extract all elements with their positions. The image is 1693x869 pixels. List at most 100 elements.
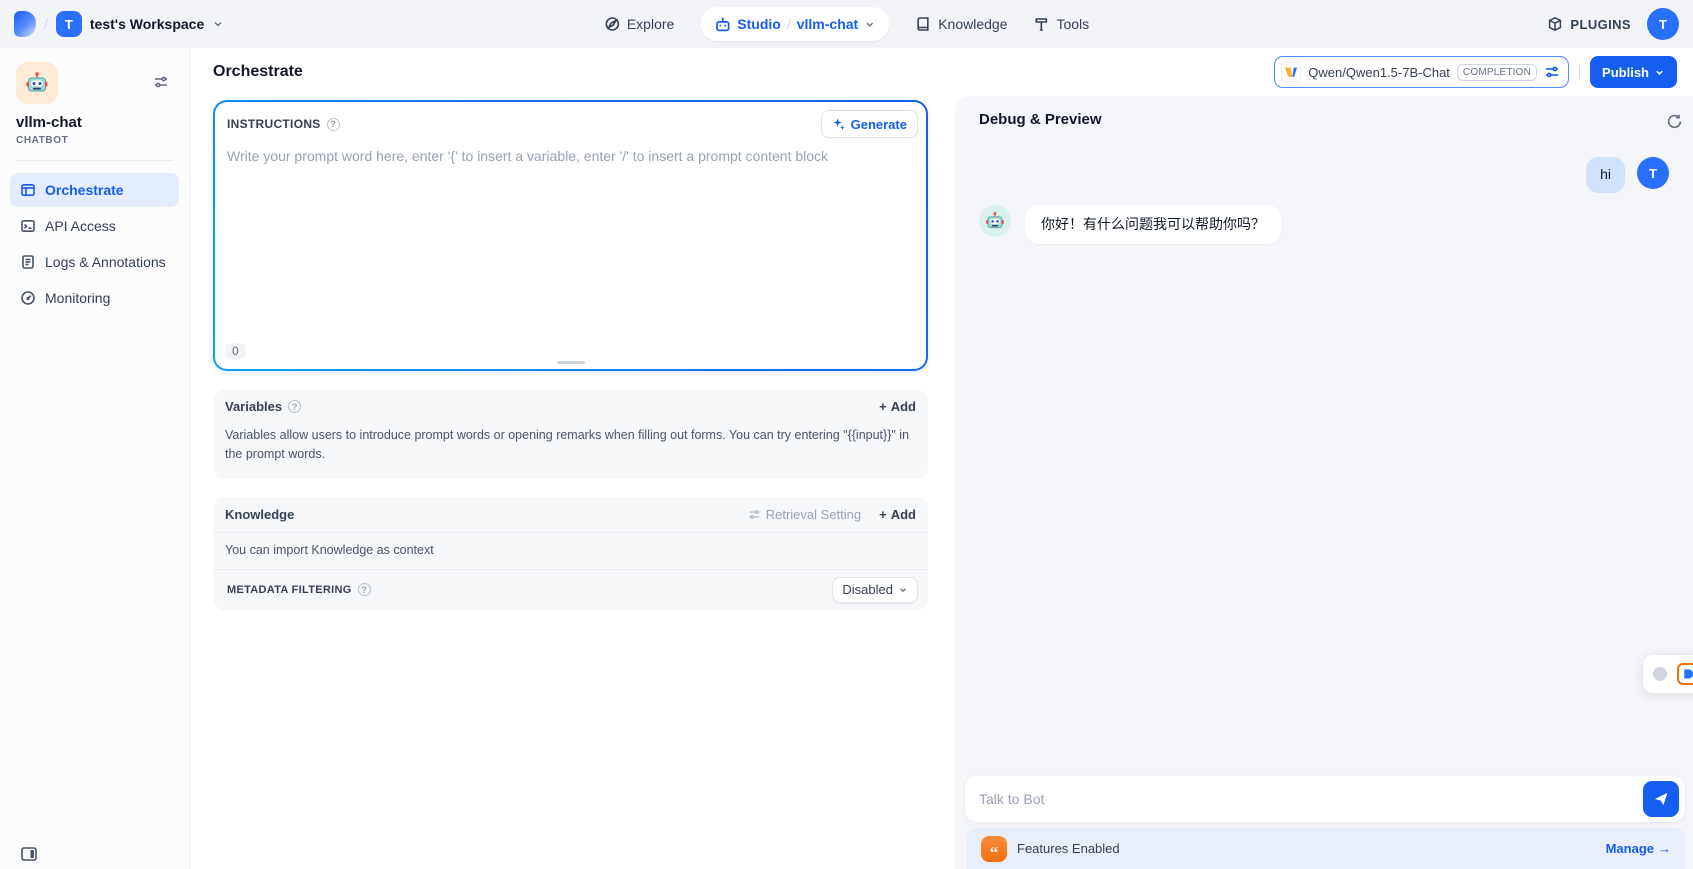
- app-header: vllm-chat CHATBOT: [16, 62, 177, 146]
- helper-widget[interactable]: [1643, 655, 1693, 693]
- knowledge-header: Knowledge Retrieval Setting + Add: [213, 497, 928, 532]
- nav-tools[interactable]: Tools: [1033, 16, 1089, 32]
- robot-emoji-icon: [25, 71, 49, 95]
- arrow-right-icon: →: [1658, 841, 1671, 856]
- variables-description: Variables allow users to introduce promp…: [213, 424, 928, 479]
- account-avatar[interactable]: T: [1647, 8, 1679, 40]
- dify-app: / T test's Workspace Explore Studio / vl…: [0, 0, 1693, 869]
- hammer-icon: [1033, 16, 1049, 32]
- sparkles-icon: [832, 117, 846, 131]
- help-icon[interactable]: ?: [327, 118, 340, 131]
- plugins-button[interactable]: PLUGINS: [1547, 16, 1631, 32]
- main-area: Orchestrate Qwen/Qwen1.5-7B-Chat COMPLET…: [190, 48, 1693, 869]
- plus-icon: +: [879, 399, 887, 414]
- explore-icon: [604, 16, 620, 32]
- chat-message-user: hi T: [979, 157, 1669, 193]
- dify-logo[interactable]: [14, 11, 36, 37]
- chat-input[interactable]: [965, 776, 1685, 822]
- knowledge-title: Knowledge: [225, 507, 294, 522]
- chat-area: hi T 你好！有什么问题我可以帮助你吗？: [955, 143, 1693, 776]
- nav-current-app: vllm-chat: [797, 16, 858, 32]
- chevron-down-icon: [898, 585, 908, 595]
- instructions-footer: 0: [215, 329, 926, 369]
- main-body: INSTRUCTIONS ? Generate: [190, 96, 1693, 869]
- add-variable-button[interactable]: + Add: [879, 399, 916, 414]
- resize-handle[interactable]: [557, 361, 585, 364]
- model-name: Qwen/Qwen1.5-7B-Chat: [1308, 65, 1450, 80]
- robot-icon: [714, 16, 731, 33]
- sidebar-item-api-access[interactable]: API Access: [10, 209, 179, 243]
- retrieval-settings-icon: [748, 508, 761, 521]
- workspace-avatar[interactable]: T: [56, 11, 82, 37]
- metadata-filtering-value: Disabled: [842, 582, 893, 597]
- restart-icon: [1666, 113, 1683, 130]
- debug-preview-panel: Debug & Preview hi T: [955, 96, 1693, 869]
- retrieval-setting-label: Retrieval Setting: [766, 507, 861, 522]
- add-knowledge-label: Add: [891, 507, 916, 522]
- features-label: Features Enabled: [1017, 841, 1120, 856]
- add-variable-label: Add: [891, 399, 916, 414]
- variables-header: Variables ? + Add: [213, 389, 928, 424]
- content: vllm-chat CHATBOT Orchestrate API Access…: [0, 48, 1693, 869]
- main-nav: Explore Studio / vllm-chat Knowledge Too…: [604, 7, 1089, 41]
- sidebar-item-logs-annotations[interactable]: Logs & Annotations: [10, 245, 179, 279]
- prompt-input[interactable]: [227, 148, 914, 329]
- retrieval-setting-button[interactable]: Retrieval Setting: [748, 507, 861, 522]
- chat-message-assistant: 你好！有什么问题我可以帮助你吗？: [979, 205, 1669, 245]
- orchestrate-icon: [20, 182, 36, 198]
- sidebar-item-orchestrate[interactable]: Orchestrate: [10, 173, 179, 207]
- app-sidebar: vllm-chat CHATBOT Orchestrate API Access…: [0, 48, 190, 869]
- collapse-sidebar-icon[interactable]: [20, 845, 38, 863]
- generate-button[interactable]: Generate: [821, 110, 918, 138]
- instructions-header: INSTRUCTIONS ? Generate: [215, 102, 926, 142]
- nav-slash: /: [787, 16, 791, 32]
- book-icon: [915, 16, 931, 32]
- help-icon[interactable]: ?: [288, 400, 301, 413]
- workspace-name[interactable]: test's Workspace: [90, 16, 204, 32]
- publish-button[interactable]: Publish: [1590, 56, 1677, 88]
- orchestrate-config: INSTRUCTIONS ? Generate: [190, 96, 955, 869]
- toolbar-divider: [1579, 65, 1580, 79]
- model-selector[interactable]: Qwen/Qwen1.5-7B-Chat COMPLETION: [1274, 56, 1569, 88]
- sidebar-divider: [16, 160, 173, 161]
- metadata-filtering-row: METADATA FILTERING ? Disabled: [213, 569, 928, 611]
- page-title: Orchestrate: [213, 63, 303, 81]
- gauge-icon: [20, 290, 36, 306]
- metadata-filtering-toggle[interactable]: Disabled: [832, 577, 918, 603]
- manage-features-link[interactable]: Manage →: [1606, 841, 1671, 856]
- chevron-down-icon[interactable]: [212, 18, 224, 30]
- sidebar-item-label: API Access: [45, 218, 116, 234]
- user-message-bubble: hi: [1586, 157, 1625, 193]
- generate-label: Generate: [851, 117, 907, 132]
- nav-knowledge[interactable]: Knowledge: [915, 16, 1007, 32]
- chevron-down-icon: [1654, 67, 1665, 78]
- top-bar-right: PLUGINS T: [1547, 8, 1679, 40]
- app-settings-icon[interactable]: [153, 74, 169, 90]
- toolbar-right: Qwen/Qwen1.5-7B-Chat COMPLETION Publish: [1274, 56, 1677, 88]
- workspace-breadcrumb: / T test's Workspace: [14, 11, 224, 37]
- app-avatar[interactable]: [16, 62, 58, 104]
- app-name: vllm-chat: [16, 114, 177, 131]
- bot-message-bubble: 你好！有什么问题我可以帮助你吗？: [1025, 205, 1281, 245]
- model-params-icon[interactable]: [1544, 64, 1560, 80]
- sidebar-item-label: Logs & Annotations: [45, 254, 166, 270]
- plus-icon: +: [879, 507, 887, 522]
- app-type-badge: CHATBOT: [16, 135, 177, 146]
- chevron-down-icon[interactable]: [864, 19, 875, 30]
- sidebar-menu: Orchestrate API Access Logs & Annotation…: [10, 173, 179, 315]
- user-avatar: T: [1637, 157, 1669, 189]
- sidebar-item-label: Orchestrate: [45, 182, 124, 198]
- restart-conversation-button[interactable]: [1664, 111, 1685, 137]
- package-icon: [1547, 16, 1563, 32]
- nav-studio-pill[interactable]: Studio / vllm-chat: [700, 7, 889, 41]
- publish-label: Publish: [1602, 65, 1649, 80]
- sidebar-item-monitoring[interactable]: Monitoring: [10, 281, 179, 315]
- nav-explore[interactable]: Explore: [604, 16, 674, 32]
- vllm-logo: [1281, 62, 1301, 82]
- features-icon: “: [981, 836, 1007, 862]
- robot-emoji-icon: [985, 211, 1005, 231]
- help-icon[interactable]: ?: [358, 583, 371, 596]
- add-knowledge-button[interactable]: + Add: [879, 507, 916, 522]
- send-button[interactable]: [1643, 781, 1679, 817]
- dify-mini-logo: [1677, 663, 1693, 685]
